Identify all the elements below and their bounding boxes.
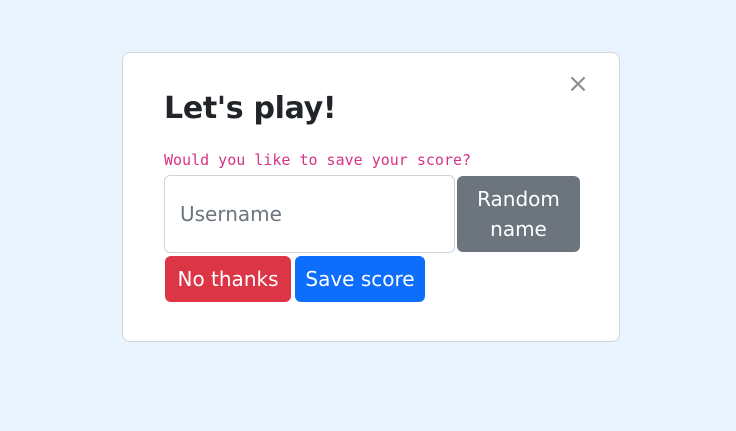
no-thanks-button[interactable]: No thanks (165, 256, 291, 302)
random-name-button[interactable]: Random name (457, 176, 580, 252)
modal-title: Let's play! (164, 91, 337, 126)
username-input[interactable] (164, 175, 455, 253)
save-score-prompt: Would you like to save your score? (164, 151, 472, 169)
save-score-modal: × Let's play! Would you like to save you… (122, 52, 620, 342)
save-score-button[interactable]: Save score (295, 256, 425, 302)
close-icon[interactable]: × (566, 71, 590, 97)
